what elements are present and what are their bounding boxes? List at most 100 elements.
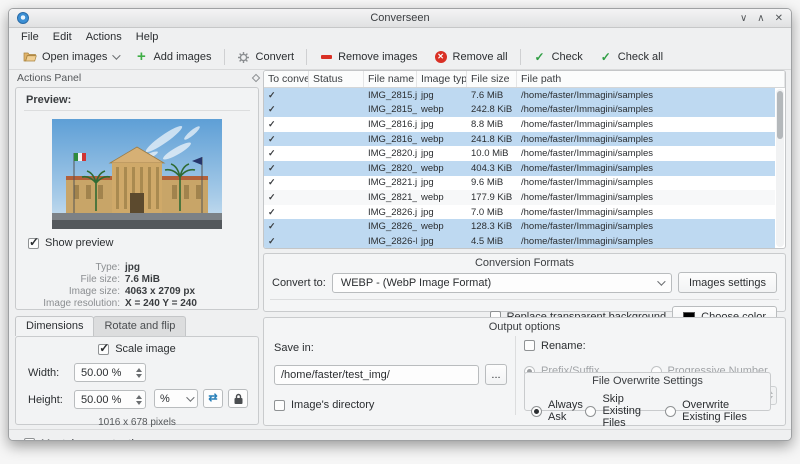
row-convert-checkbox[interactable]: ✓	[264, 119, 309, 130]
browse-button[interactable]: ...	[485, 364, 507, 385]
row-convert-checkbox[interactable]: ✓	[264, 104, 309, 115]
scrollbar-thumb[interactable]	[777, 91, 783, 139]
spinner-arrows-icon[interactable]	[136, 367, 142, 378]
toolbar: Open images + Add images Convert Remove …	[9, 45, 791, 70]
conversion-formats-title: Conversion Formats	[474, 257, 575, 269]
col-file-size[interactable]: File size	[467, 71, 517, 87]
col-file-name[interactable]: File name	[364, 71, 417, 87]
table-row[interactable]: ✓ IMG_2815.jpg jpg 7.6 MiB/home/faster/Imma…	[264, 88, 775, 103]
row-file-path: /home/faster/Immagini/samples	[521, 177, 653, 189]
table-row[interactable]: ✓ IMG_2815_co... webp 242.8 KiB/home/faster…	[264, 102, 775, 118]
width-spinbox[interactable]: 50.00 %	[74, 363, 146, 382]
table-row[interactable]: ✓ IMG_2826.jpg jpg 7.0 MiB/home/faster/Imma…	[264, 205, 775, 220]
row-convert-checkbox[interactable]: ✓	[264, 236, 309, 247]
add-plus-icon: +	[137, 48, 146, 65]
check-button[interactable]: ✓ Check	[525, 48, 591, 66]
table-row[interactable]: ✓ IMG_2826-M... jpg 4.5 MiB/home/faster/Imm…	[264, 233, 775, 248]
minimize-button[interactable]: ∨	[740, 9, 747, 28]
table-row[interactable]: ✓ IMG_2826_co... webp 128.3 KiB/home/faster…	[264, 219, 775, 234]
row-file-name: IMG_2826.jpg	[368, 206, 417, 218]
col-status[interactable]: Status	[309, 71, 364, 87]
remove-minus-icon	[319, 50, 333, 64]
resolution-value: X = 240 Y = 240	[125, 297, 197, 309]
maximize-button[interactable]: ∧	[757, 9, 764, 28]
check-icon: ✓	[534, 50, 545, 64]
tab-dimensions[interactable]: Dimensions	[15, 316, 95, 336]
row-file-name: IMG_2816_co...	[368, 133, 417, 145]
height-label: Height:	[28, 393, 63, 406]
col-file-path[interactable]: File path	[517, 71, 785, 87]
remove-all-button[interactable]: ✕ Remove all	[426, 48, 516, 66]
menu-actions[interactable]: Actions	[80, 30, 128, 44]
table-row[interactable]: ✓ IMG_2820.jpg jpg 10.0 MiB/home/faster/Imm…	[264, 146, 775, 161]
row-convert-checkbox[interactable]: ✓	[264, 148, 309, 159]
width-label: Width:	[28, 366, 60, 379]
col-to-convert[interactable]: To convert	[264, 71, 309, 87]
row-file-path: /home/faster/Immagini/samples	[521, 133, 653, 145]
save-in-input[interactable]	[274, 364, 479, 385]
height-spinbox[interactable]: 50.00 %	[74, 390, 146, 409]
tab-rotate-and-flip[interactable]: Rotate and flip	[93, 316, 187, 336]
maintain-aspect-ratio-checkbox[interactable]: Mantain aspect ratio	[24, 438, 140, 440]
table-row[interactable]: ✓ IMG_2821.jpg jpg 9.6 MiB/home/faster/Imma…	[264, 176, 775, 191]
image-info: Type: jpg File size: 7.6 MiB Image size:…	[24, 262, 250, 309]
row-file-size: 128.3 KiB	[471, 221, 513, 233]
row-file-path: /home/faster/Immagini/samples	[521, 162, 653, 174]
row-file-size: 10.0 MiB	[471, 148, 509, 160]
row-file-path: /home/faster/Immagini/samples	[521, 221, 653, 233]
show-preview-checkbox[interactable]: Show preview	[28, 235, 113, 249]
unit-select[interactable]: %	[154, 389, 198, 408]
row-convert-checkbox[interactable]: ✓	[264, 163, 309, 174]
row-convert-checkbox[interactable]: ✓	[264, 207, 309, 218]
table-scrollbar[interactable]	[776, 89, 784, 247]
row-image-type: webp	[421, 221, 444, 233]
row-convert-checkbox[interactable]: ✓	[264, 192, 309, 203]
lock-ratio-button[interactable]	[228, 389, 248, 408]
open-images-button[interactable]: Open images	[15, 48, 126, 66]
output-options-group: Output options Save in: ... Image's dire…	[263, 317, 786, 429]
table-row[interactable]: ✓ IMG_2820_co... webp 404.3 KiB/home/faster…	[264, 160, 775, 176]
table-row[interactable]: ✓ IMG_2821_co... webp 177.9 KiB/home/faster…	[264, 190, 775, 205]
table-row[interactable]: ✓ IMG_2816.jpg jpg 8.8 MiB/home/faster/Imma…	[264, 117, 775, 132]
reset-dimensions-button[interactable]: ⇄	[203, 389, 223, 408]
panel-tabs: Dimensions Rotate and flip	[15, 316, 187, 336]
images-settings-button[interactable]: Images settings	[677, 272, 777, 293]
menu-file[interactable]: File	[15, 30, 45, 44]
check-all-button[interactable]: ✓ Check all	[591, 48, 671, 66]
add-images-button[interactable]: + Add images	[126, 48, 219, 66]
convert-button[interactable]: Convert	[229, 48, 303, 66]
close-button[interactable]: ✕	[775, 9, 783, 28]
images-directory-checkbox[interactable]: Image's directory	[274, 399, 374, 411]
scale-image-checkbox[interactable]: Scale image	[98, 341, 176, 355]
type-label: Type:	[95, 261, 120, 273]
row-image-type: webp	[421, 162, 444, 174]
titlebar[interactable]: Converseen ∨ ∧ ✕	[9, 9, 791, 28]
format-select[interactable]: WEBP - (WebP Image Format)	[331, 272, 672, 293]
col-image-type[interactable]: Image type	[417, 71, 467, 87]
row-file-size: 7.0 MiB	[471, 206, 504, 218]
always-ask-radio[interactable]: Always Ask	[531, 393, 585, 429]
overwrite-existing-files-radio[interactable]: Overwrite Existing Files	[665, 393, 764, 429]
toolbar-separator	[223, 49, 225, 65]
remove-images-button[interactable]: Remove images	[311, 48, 425, 66]
menu-help[interactable]: Help	[130, 30, 165, 44]
menubar: File Edit Actions Help	[9, 28, 791, 45]
checkbox-box	[24, 438, 35, 440]
float-panel-icon[interactable]	[251, 73, 261, 83]
skip-existing-files-radio[interactable]: Skip Existing Files	[585, 393, 665, 429]
table-row[interactable]: ✓ IMG_2816_co... webp 241.8 KiB/home/faster…	[264, 131, 775, 147]
row-convert-checkbox[interactable]: ✓	[264, 90, 309, 101]
chevron-down-icon	[186, 392, 195, 402]
row-convert-checkbox[interactable]: ✓	[264, 177, 309, 188]
row-convert-checkbox[interactable]: ✓	[264, 134, 309, 145]
window-title: Converseen	[370, 12, 430, 24]
resulting-pixels-text: 1016 x 678 pixels	[98, 417, 176, 428]
rename-checkbox[interactable]: Rename:	[524, 340, 586, 352]
file-overwrite-title: File Overwrite Settings	[592, 375, 703, 387]
row-file-size: 404.3 KiB	[471, 162, 513, 174]
spinner-arrows-icon[interactable]	[136, 394, 142, 405]
table-body: ✓IMG_2815.jpgjpg7.6 MiB/home/faster/Imma…	[264, 88, 775, 248]
preview-image	[52, 119, 222, 229]
menu-edit[interactable]: Edit	[47, 30, 78, 44]
row-convert-checkbox[interactable]: ✓	[264, 221, 309, 232]
